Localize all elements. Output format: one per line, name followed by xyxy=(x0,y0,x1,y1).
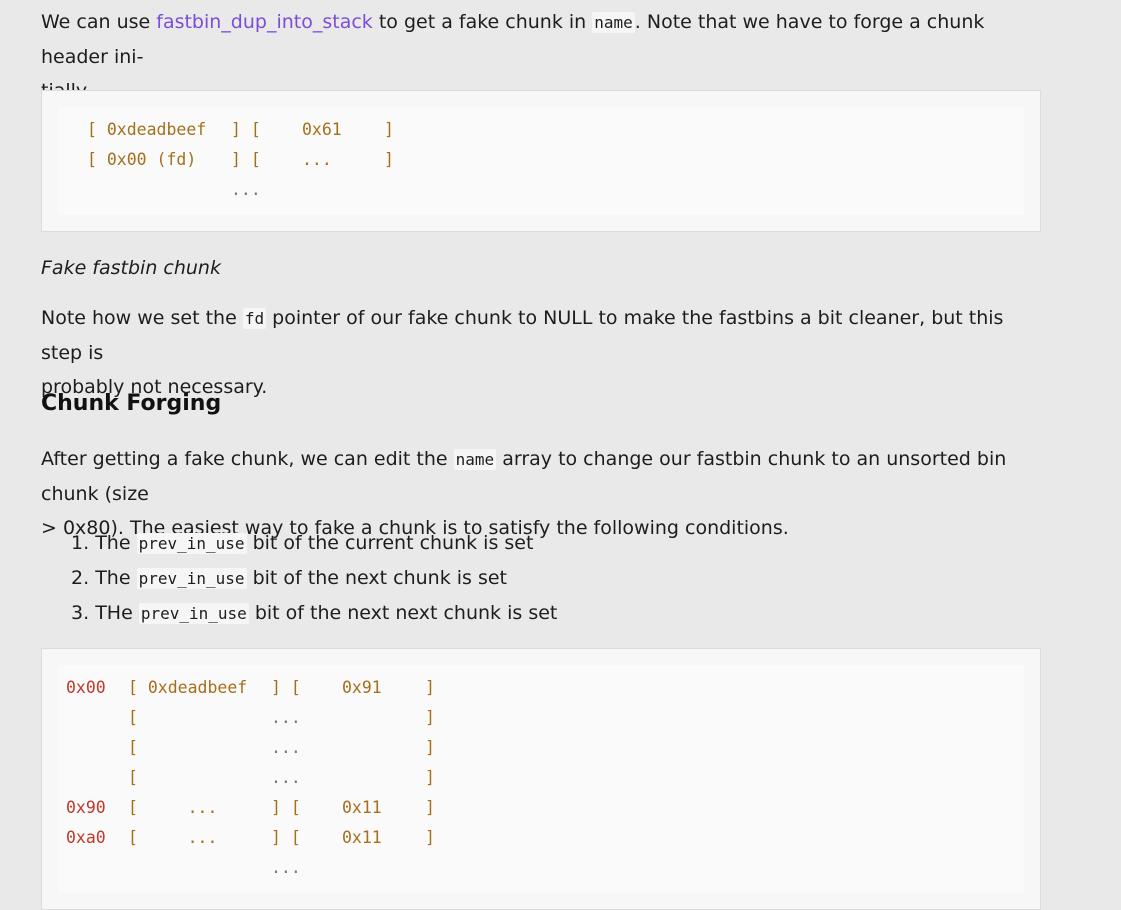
code2-row6-col2: ] [ xyxy=(271,828,301,847)
section-heading: Chunk Forging xyxy=(41,391,222,416)
list-text: THe xyxy=(95,602,139,624)
note-paragraph: Note how we set the fd pointer of our fa… xyxy=(41,301,1041,404)
inline-code-prev-in-use: prev_in_use xyxy=(136,568,247,589)
list-text: The xyxy=(95,532,137,554)
code2-row6-col3: 0x11 xyxy=(342,828,382,847)
code2-row2-col1: [ xyxy=(128,708,138,727)
list-text-suffix: bit of the current chunk is set xyxy=(246,532,534,554)
conditions-list: 1. The prev_in_use bit of the current ch… xyxy=(41,526,557,631)
code1-row1-col3: 0x61 xyxy=(302,120,342,139)
code1-row2-col1: [ 0x00 (fd) xyxy=(87,150,197,169)
code1-tail: ... xyxy=(231,180,261,199)
code2-row1-col1: [ 0xdeadbeef xyxy=(128,678,248,697)
code-block-chunk-forging: 0x00 [ 0xdeadbeef ] [ 0x91 ] [ ... ] [ .… xyxy=(41,648,1041,910)
code2-row5-col2: ] [ xyxy=(271,798,301,817)
list-item: 3. THe prev_in_use bit of the next next … xyxy=(71,596,557,631)
code2-row5-col1: [ ... xyxy=(128,798,218,817)
code2-row6-col1: [ ... xyxy=(128,828,218,847)
note-text: Note how we set the xyxy=(41,307,243,329)
code2-row6-col4: ] xyxy=(425,828,435,847)
code2-row2-col4: ] xyxy=(425,708,435,727)
code1-row2-col3: ... xyxy=(302,150,332,169)
intro-text-middle: to get a fake chunk in xyxy=(372,11,593,33)
list-number: 2. xyxy=(71,567,90,589)
code2-row5-col3: 0x11 xyxy=(342,798,382,817)
list-text-suffix: bit of the next next chunk is set xyxy=(248,602,558,624)
list-item: 1. The prev_in_use bit of the current ch… xyxy=(71,526,557,561)
fastbin-dup-into-stack-link[interactable]: fastbin_dup_into_stack xyxy=(156,11,373,33)
code1-row1-col1: [ 0xdeadbeef xyxy=(87,120,207,139)
code2-row2-col2: ... xyxy=(271,708,301,727)
code2-row3-col4: ] xyxy=(425,738,435,757)
code1-row1-col4: ] xyxy=(384,120,394,139)
code2-row3-col2: ... xyxy=(271,738,301,757)
code2-row1-offset: 0x00 xyxy=(66,678,106,697)
code2-row1-col2: ] [ xyxy=(271,678,301,697)
code2-row4-col2: ... xyxy=(271,768,301,787)
code2-tail: ... xyxy=(271,858,301,877)
list-text-suffix: bit of the next chunk is set xyxy=(246,567,507,589)
list-number: 1. xyxy=(71,532,90,554)
intro-text: We can use xyxy=(41,11,157,33)
inline-code-name-2: name xyxy=(453,449,497,470)
list-number: 3. xyxy=(71,602,90,624)
code2-row4-col1: [ xyxy=(128,768,138,787)
figure-caption: Fake fastbin chunk xyxy=(41,257,221,279)
code1-row2-col2: ] [ xyxy=(231,150,261,169)
inline-code-prev-in-use: prev_in_use xyxy=(136,533,247,554)
code2-row4-col4: ] xyxy=(425,768,435,787)
code-block-fake-fastbin: [ 0xdeadbeef ] [ 0x61 ] [ 0x00 (fd) ] [ … xyxy=(41,90,1041,232)
code1-row2-col4: ] xyxy=(384,150,394,169)
code2-row5-col4: ] xyxy=(425,798,435,817)
code2-row1-col4: ] xyxy=(425,678,435,697)
code2-row3-col1: [ xyxy=(128,738,138,757)
list-item: 2. The prev_in_use bit of the next chunk… xyxy=(71,561,557,596)
forging-text: After getting a fake chunk, we can edit … xyxy=(41,448,454,470)
inline-code-prev-in-use: prev_in_use xyxy=(138,603,249,624)
code1-row1-col2: ] [ xyxy=(231,120,261,139)
code2-row1-col3: 0x91 xyxy=(342,678,382,697)
list-text: The xyxy=(95,567,137,589)
code2-row5-offset: 0x90 xyxy=(66,798,106,817)
inline-code-fd: fd xyxy=(242,308,267,329)
code2-row6-offset: 0xa0 xyxy=(66,828,106,847)
inline-code-name: name xyxy=(592,12,635,33)
code-block-inner xyxy=(58,665,1024,893)
